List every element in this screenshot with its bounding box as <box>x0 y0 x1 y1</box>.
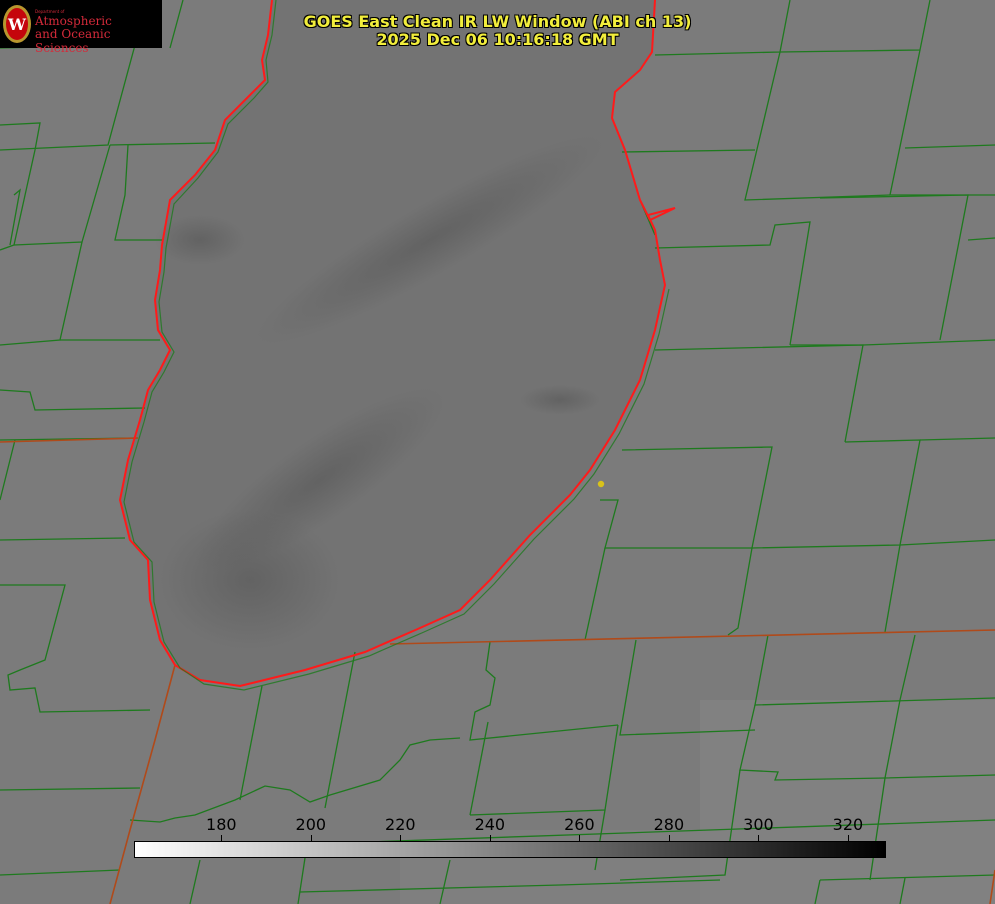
image-title: GOES East Clean IR LW Window (ABI ch 13) <box>303 12 692 31</box>
colorbar-tick-label: 320 <box>832 815 864 834</box>
colorbar-tick-mark <box>489 835 491 841</box>
colorbar-tick-mark <box>579 835 581 841</box>
map-canvas <box>0 0 995 904</box>
colorbar-tick-mark <box>668 835 670 841</box>
satellite-image: W Department of Atmospheric and Oceanic … <box>0 0 995 904</box>
colorbar-tick-label: 280 <box>653 815 685 834</box>
colorbar-tick-mark <box>758 835 760 841</box>
colorbar-tick-label: 260 <box>564 815 595 834</box>
colorbar-tick-label: 240 <box>474 815 506 834</box>
image-timestamp: 2025 Dec 06 10:16:18 GMT <box>376 30 619 49</box>
colorbar-tick-mark <box>221 835 223 841</box>
colorbar-tick-label: 200 <box>295 815 327 834</box>
colorbar-tick-label: 300 <box>743 815 774 834</box>
colorbar-tick-mark <box>400 835 402 841</box>
station-dot-icon <box>597 480 605 488</box>
colorbar-tick-label: 220 <box>385 815 416 834</box>
colorbar-tick-mark <box>310 835 312 841</box>
colorbar-tick-label: 180 <box>206 815 237 834</box>
colorbar <box>134 841 886 858</box>
colorbar-tick-mark <box>847 835 849 841</box>
